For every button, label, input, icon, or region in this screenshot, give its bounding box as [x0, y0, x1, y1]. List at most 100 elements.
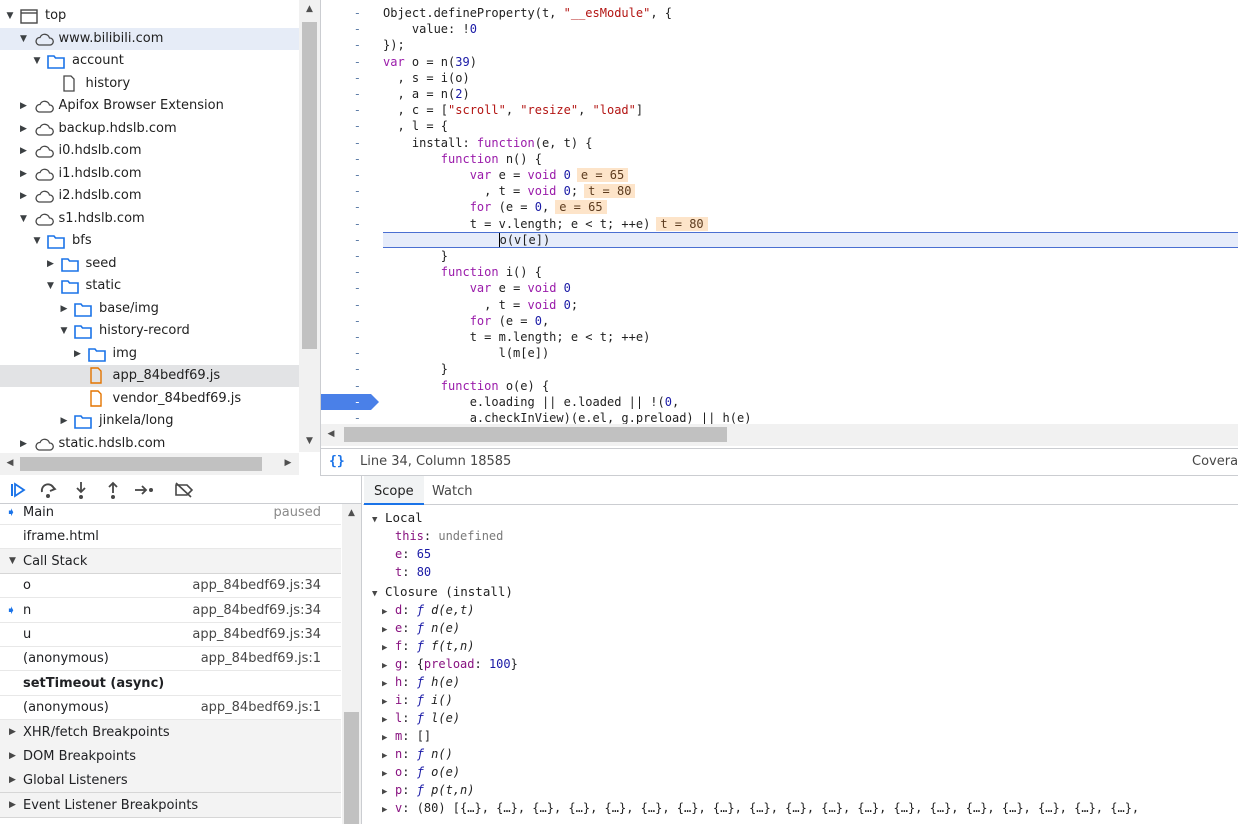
- call-frame[interactable]: u app_84bedf69.js:34: [0, 622, 341, 647]
- tree-item[interactable]: ▼ s1.hdslb.com: [0, 208, 299, 230]
- expand-closed-triangle-icon[interactable]: ▶: [9, 744, 16, 769]
- line-gutter-marker[interactable]: -: [321, 297, 381, 313]
- expand-open-triangle-icon[interactable]: ▼: [59, 320, 69, 342]
- expand-closed-triangle-icon[interactable]: ▶: [382, 801, 395, 819]
- debugger-vertical-scrollbar[interactable]: ▲: [342, 504, 361, 824]
- scroll-down-arrow-icon[interactable]: ▼: [299, 436, 320, 446]
- call-frame-location[interactable]: app_84bedf69.js:34: [192, 573, 321, 598]
- call-frame[interactable]: (anonymous) app_84bedf69.js:1: [0, 695, 341, 721]
- scope-property[interactable]: t: 80: [395, 563, 431, 581]
- scope-property[interactable]: ▶ e: ƒ n(e): [382, 619, 460, 637]
- line-gutter-marker[interactable]: -: [321, 345, 381, 361]
- pretty-print-icon[interactable]: {}: [329, 449, 345, 475]
- call-frame-location[interactable]: app_84bedf69.js:34: [192, 622, 321, 647]
- line-gutter-marker[interactable]: -: [321, 70, 381, 86]
- tree-item[interactable]: ▶ static.hdslb.com: [0, 433, 299, 455]
- scope-property[interactable]: ▶ v: (80) [{…}, {…}, {…}, {…}, {…}, {…}, …: [382, 799, 1139, 817]
- tree-item[interactable]: ▼ top: [0, 5, 299, 27]
- code-editor[interactable]: - Object.defineProperty(t, "__esModule", …: [321, 0, 1238, 448]
- scope-property[interactable]: ▶ n: ƒ n(): [382, 745, 453, 763]
- line-gutter-marker[interactable]: -: [321, 5, 381, 21]
- editor-horizontal-scrollbar[interactable]: ◀: [321, 424, 1238, 446]
- expand-open-triangle-icon[interactable]: ▼: [19, 28, 29, 50]
- expand-open-triangle-icon[interactable]: ▼: [19, 208, 29, 230]
- expand-closed-triangle-icon[interactable]: ▶: [46, 253, 56, 275]
- line-gutter-marker[interactable]: -: [321, 86, 381, 102]
- expand-closed-triangle-icon[interactable]: ▶: [19, 95, 29, 117]
- coverage-label[interactable]: Coverage: [1192, 449, 1238, 475]
- line-gutter-marker[interactable]: -: [321, 378, 381, 394]
- line-gutter-marker[interactable]: -: [321, 183, 381, 199]
- tree-item[interactable]: ▶ i0.hdslb.com: [0, 140, 299, 162]
- breakpoints-section-header[interactable]: ▶ Event Listener Breakpoints: [0, 792, 341, 818]
- expand-closed-triangle-icon[interactable]: ▶: [73, 343, 83, 365]
- expand-closed-triangle-icon[interactable]: ▶: [19, 163, 29, 185]
- call-frame-location[interactable]: app_84bedf69.js:1: [201, 695, 321, 720]
- tree-item[interactable]: ▼ history-record: [0, 320, 299, 342]
- closure-scope-header[interactable]: ▼ Closure (install): [372, 583, 513, 601]
- expand-closed-triangle-icon[interactable]: ▶: [19, 433, 29, 455]
- tree-item[interactable]: app_84bedf69.js: [0, 365, 299, 387]
- call-frame[interactable]: o app_84bedf69.js:34: [0, 573, 341, 599]
- expand-open-triangle-icon[interactable]: ▼: [46, 275, 56, 297]
- tree-item[interactable]: ▶ Apifox Browser Extension: [0, 95, 299, 117]
- expand-closed-triangle-icon[interactable]: ▶: [19, 140, 29, 162]
- line-gutter-marker[interactable]: -: [321, 248, 381, 264]
- step-into-icon[interactable]: [69, 480, 93, 500]
- tree-item[interactable]: ▼ account: [0, 50, 299, 72]
- line-gutter-marker[interactable]: -: [321, 21, 381, 37]
- call-stack-header[interactable]: ▼ Call Stack: [0, 548, 341, 574]
- tree-item[interactable]: ▶ jinkela/long: [0, 410, 299, 432]
- tree-item[interactable]: vendor_84bedf69.js: [0, 388, 299, 410]
- line-gutter-marker[interactable]: -: [321, 280, 381, 296]
- scope-property[interactable]: ▶ d: ƒ d(e,t): [382, 601, 475, 619]
- scope-property[interactable]: this: undefined: [395, 527, 503, 545]
- scope-property[interactable]: ▶ l: ƒ l(e): [382, 709, 460, 727]
- scope-property[interactable]: ▶ h: ƒ h(e): [382, 673, 460, 691]
- local-scope-header[interactable]: ▼ Local: [372, 509, 423, 527]
- tree-item[interactable]: ▼ static: [0, 275, 299, 297]
- expand-closed-triangle-icon[interactable]: ▶: [19, 185, 29, 207]
- line-gutter-marker[interactable]: -: [321, 264, 381, 280]
- scope-property[interactable]: e: 65: [395, 545, 431, 563]
- call-frame-location[interactable]: app_84bedf69.js:1: [201, 646, 321, 671]
- expand-closed-triangle-icon[interactable]: ▶: [9, 768, 16, 793]
- line-gutter-marker[interactable]: -: [321, 54, 381, 70]
- scroll-left-arrow-icon[interactable]: ◀: [321, 429, 341, 439]
- tree-item[interactable]: ▼ bfs: [0, 230, 299, 252]
- step-out-icon[interactable]: [101, 480, 125, 500]
- breakpoint-marker[interactable]: -: [321, 393, 379, 410]
- line-gutter-marker[interactable]: -: [321, 102, 381, 118]
- scroll-up-arrow-icon[interactable]: ▲: [342, 508, 361, 518]
- expand-closed-triangle-icon[interactable]: ▶: [9, 793, 16, 818]
- line-gutter-marker[interactable]: -: [321, 329, 381, 345]
- call-frame-location[interactable]: app_84bedf69.js:34: [192, 598, 321, 623]
- breakpoints-section-header[interactable]: ▶ XHR/fetch Breakpoints: [0, 719, 341, 745]
- tab-scope[interactable]: Scope: [364, 476, 424, 505]
- call-frame[interactable]: (anonymous) app_84bedf69.js:1: [0, 646, 341, 672]
- resume-icon[interactable]: [6, 480, 30, 500]
- line-gutter-marker[interactable]: -: [321, 151, 381, 167]
- expand-closed-triangle-icon[interactable]: ▶: [19, 118, 29, 140]
- tree-item[interactable]: ▶ backup.hdslb.com: [0, 118, 299, 140]
- scope-property[interactable]: ▶ i: ƒ i(): [382, 691, 453, 709]
- step-over-icon[interactable]: [37, 480, 61, 500]
- step-icon[interactable]: [132, 480, 156, 500]
- breakpoints-section-header[interactable]: ▶ DOM Breakpoints: [0, 744, 341, 769]
- scope-property[interactable]: ▶ p: ƒ p(t,n): [382, 781, 475, 799]
- scope-property[interactable]: ▶ o: ƒ o(e): [382, 763, 460, 781]
- scroll-right-arrow-icon[interactable]: ▶: [278, 458, 298, 468]
- tree-item[interactable]: ▶ img: [0, 343, 299, 365]
- call-frame[interactable]: ➧ n app_84bedf69.js:34: [0, 598, 341, 623]
- expand-open-triangle-icon[interactable]: ▼: [5, 5, 15, 27]
- thread-item[interactable]: iframe.html: [0, 524, 341, 550]
- thread-item[interactable]: ➧ Main paused: [0, 500, 341, 525]
- line-gutter-marker[interactable]: -: [321, 232, 381, 248]
- tree-item[interactable]: ▶ i2.hdslb.com: [0, 185, 299, 207]
- line-gutter-marker[interactable]: -: [321, 313, 381, 329]
- expand-open-triangle-icon[interactable]: ▼: [32, 230, 42, 252]
- expand-closed-triangle-icon[interactable]: ▶: [59, 410, 69, 432]
- tree-item[interactable]: ▶ seed: [0, 253, 299, 275]
- tree-item[interactable]: ▼ www.bilibili.com: [0, 27, 299, 50]
- expand-open-triangle-icon[interactable]: ▼: [9, 549, 16, 574]
